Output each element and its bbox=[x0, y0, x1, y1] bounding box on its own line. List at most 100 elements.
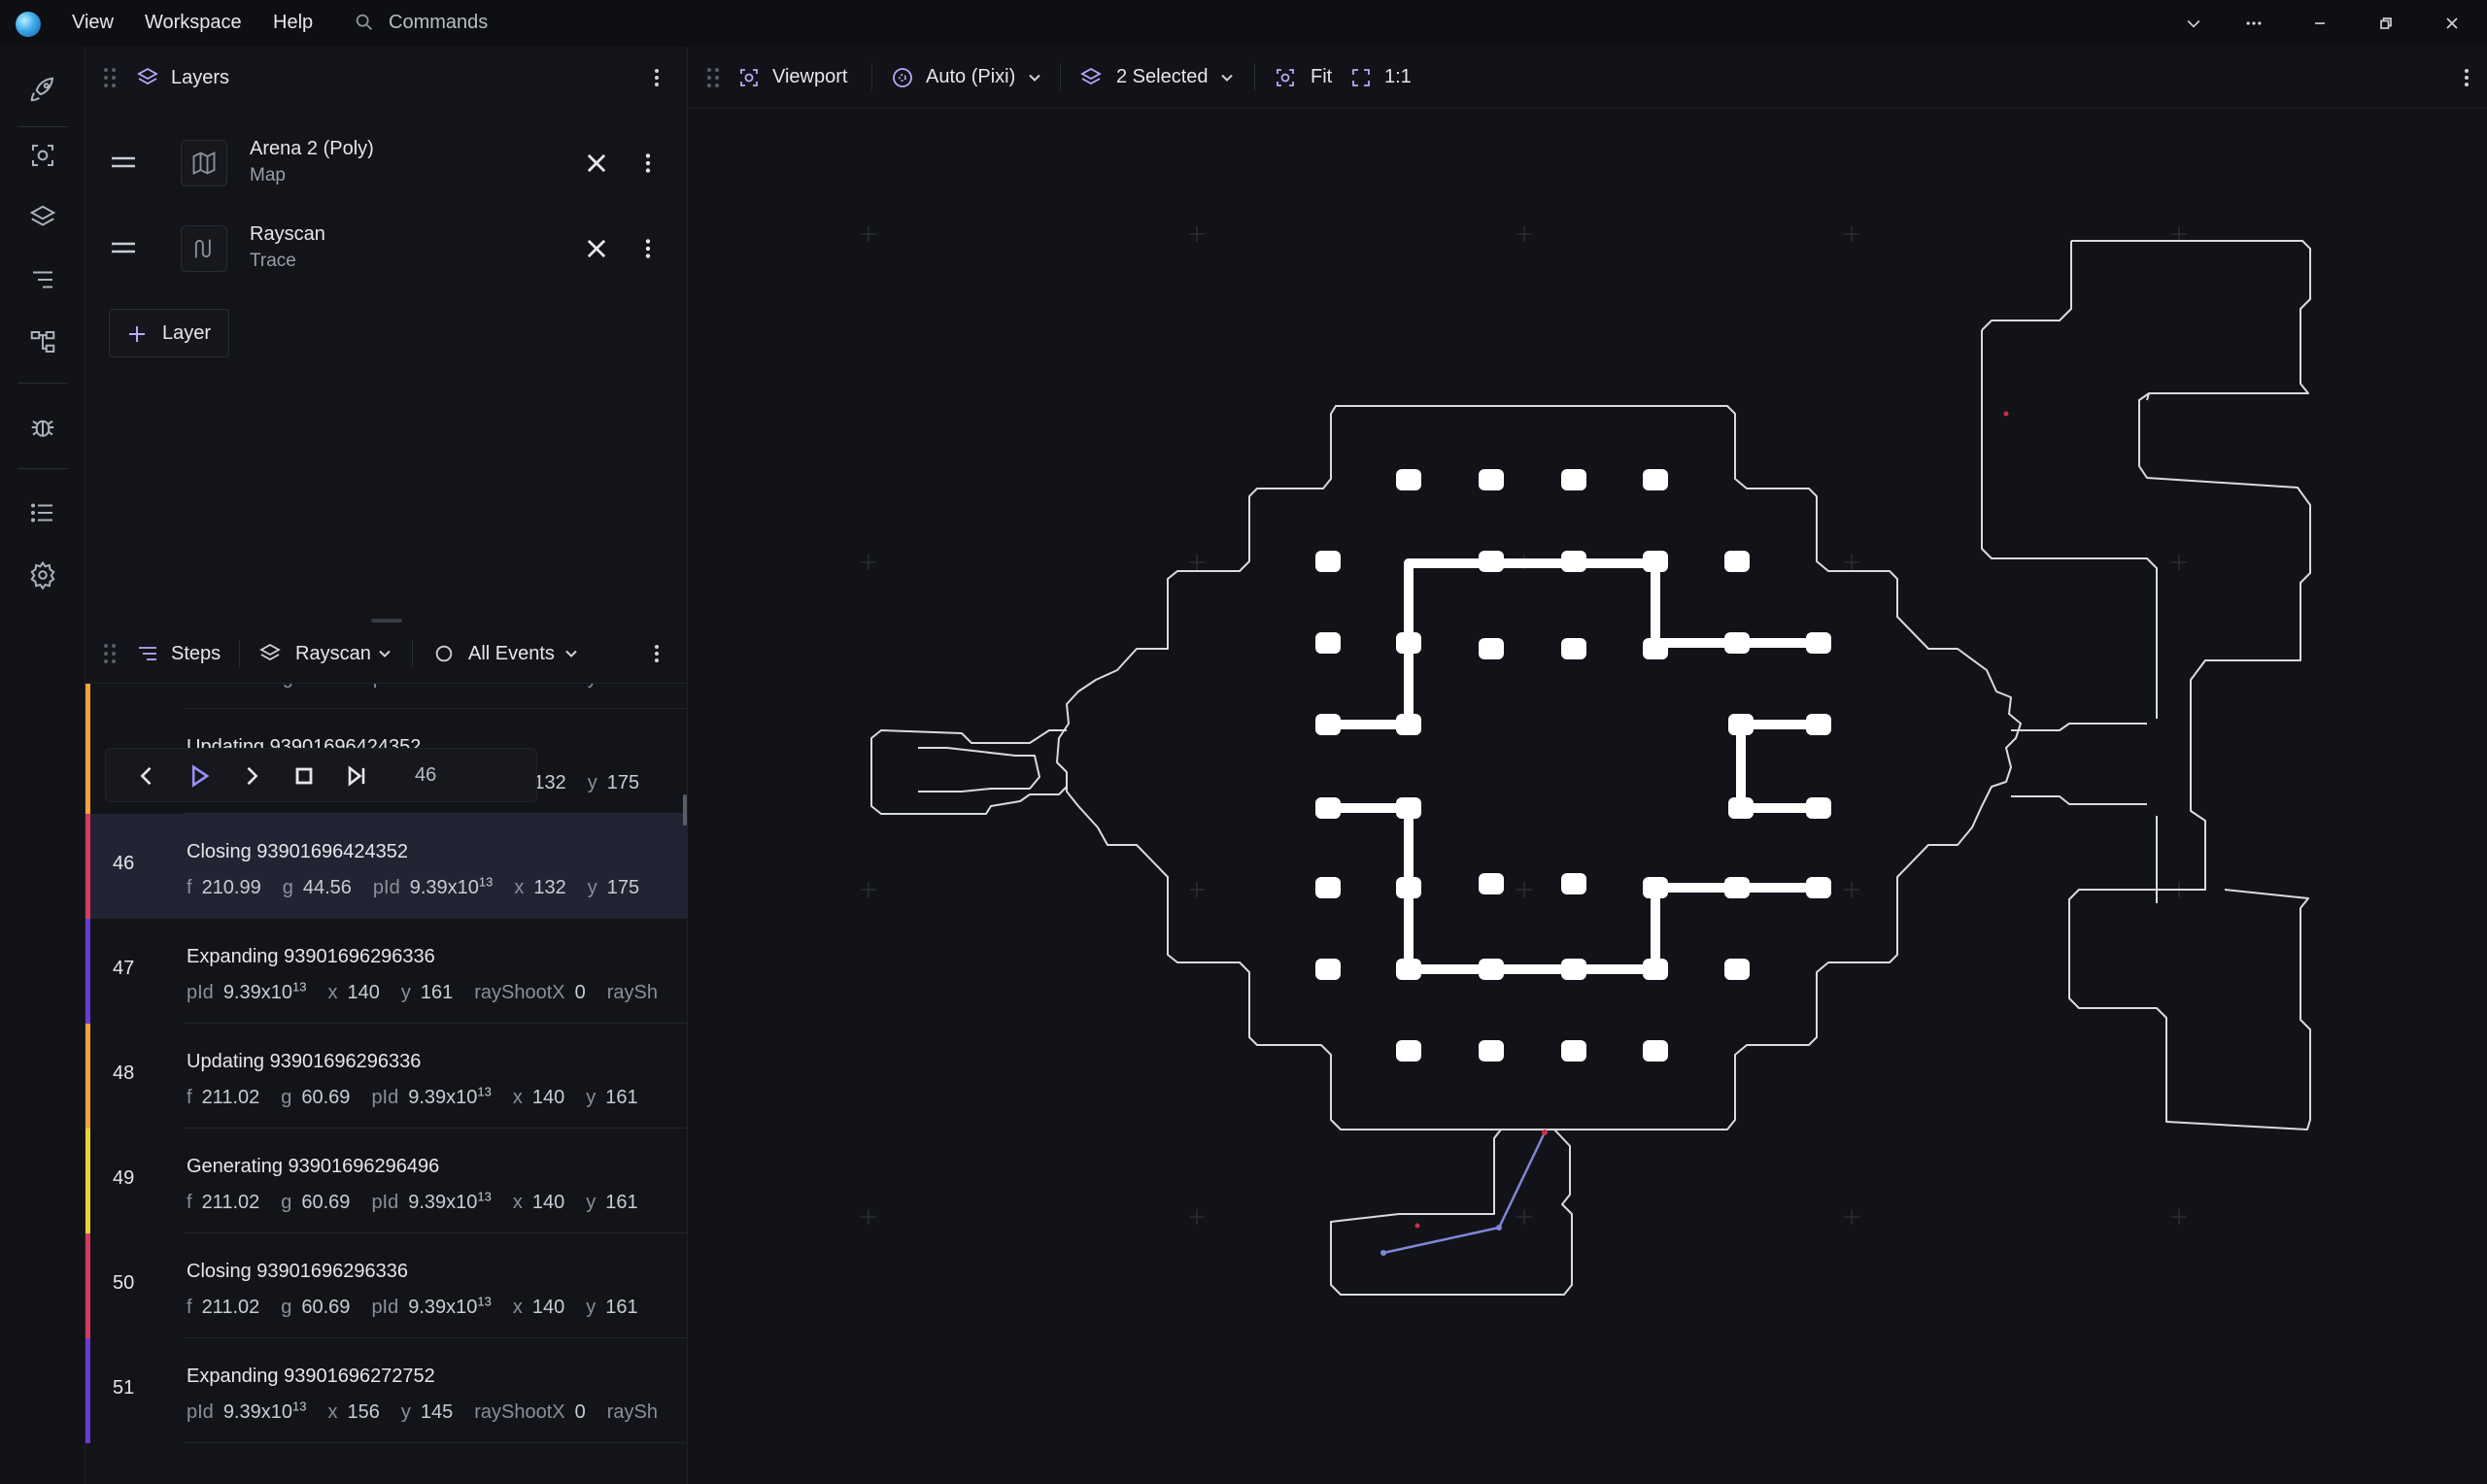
scrollbar[interactable] bbox=[683, 794, 687, 826]
commands-search[interactable]: Commands bbox=[389, 12, 488, 34]
map-outline bbox=[870, 240, 2311, 1296]
step-row[interactable]: 50 Closing 93901696296336 f 211.02 g 60.69 pId… bbox=[85, 1233, 688, 1338]
step-row[interactable]: 48 Updating 93901696296336 f 211.02 g 60.69 pI… bbox=[85, 1024, 688, 1129]
app-logo bbox=[16, 12, 41, 37]
minimize-icon[interactable] bbox=[2300, 8, 2339, 39]
meta-value: 132 bbox=[533, 684, 565, 689]
search-icon[interactable] bbox=[354, 12, 375, 33]
menu-help[interactable]: Help bbox=[273, 12, 313, 34]
chevron-down-icon[interactable] bbox=[1217, 68, 1237, 87]
add-layer-label: Layer bbox=[162, 322, 212, 344]
step-color-bar bbox=[85, 709, 90, 814]
obstacle bbox=[1643, 469, 1668, 490]
obstacle bbox=[1561, 873, 1586, 894]
menu-view[interactable]: View bbox=[72, 12, 114, 34]
step-title: Updating 93901696296336 bbox=[187, 1051, 422, 1072]
meta-key: x bbox=[512, 1086, 523, 1108]
restore-icon[interactable] bbox=[2367, 8, 2405, 39]
list-icon[interactable] bbox=[23, 493, 62, 532]
fit-icon[interactable] bbox=[1274, 66, 1297, 89]
obstacle bbox=[1396, 1040, 1421, 1062]
more-vertical-icon[interactable] bbox=[645, 642, 668, 665]
steps-icon[interactable] bbox=[23, 260, 62, 299]
meta-value: 145 bbox=[420, 1400, 454, 1423]
meta-value: 132 bbox=[533, 771, 566, 793]
step-meta: f 210.99 g 44.56 pId 9.39x1013 x 132 y 175 bbox=[187, 684, 661, 690]
layers-icon bbox=[137, 67, 158, 85]
grid-cross bbox=[861, 555, 876, 570]
next-icon[interactable] bbox=[238, 762, 265, 790]
drag-handle-icon[interactable] bbox=[103, 67, 117, 88]
close-icon[interactable] bbox=[583, 150, 610, 177]
debug-icon[interactable] bbox=[23, 408, 62, 447]
drag-handle-icon[interactable] bbox=[706, 67, 720, 88]
current-step-value[interactable]: 46 bbox=[415, 764, 436, 787]
step-row[interactable]: 51 Expanding 93901696272752 pId 9.39x1013 x 1… bbox=[85, 1338, 688, 1443]
layer-row-map[interactable]: Arena 2 (Poly) Map bbox=[85, 120, 688, 206]
previous-icon[interactable] bbox=[133, 762, 160, 790]
meta-key: pId bbox=[371, 1086, 399, 1108]
step-row[interactable]: f 210.99 g 44.56 pId 9.39x1013 x 132 y 175 bbox=[85, 684, 688, 709]
map-icon bbox=[181, 140, 227, 186]
chevron-down-icon[interactable] bbox=[562, 644, 581, 663]
renderer-dropdown[interactable]: Auto (Pixi) bbox=[926, 66, 1015, 88]
layers-header: Layers bbox=[85, 47, 688, 109]
drag-handle-icon[interactable] bbox=[111, 241, 136, 254]
drag-handle-icon[interactable] bbox=[111, 155, 136, 169]
chevron-down-icon[interactable] bbox=[1025, 68, 1044, 87]
drag-handle-icon[interactable] bbox=[103, 643, 117, 664]
meta-value: 175 bbox=[606, 876, 640, 898]
layer-filter-dropdown[interactable]: Rayscan bbox=[295, 643, 371, 665]
layers-icon[interactable] bbox=[23, 198, 62, 237]
tree-icon[interactable] bbox=[23, 322, 62, 361]
chevron-down-icon[interactable] bbox=[2174, 8, 2213, 39]
more-horizontal-icon[interactable] bbox=[2234, 8, 2273, 39]
stop-icon[interactable] bbox=[290, 762, 318, 790]
grid-cross bbox=[1189, 882, 1205, 897]
panel-resize-handle[interactable] bbox=[371, 619, 402, 623]
obstacle bbox=[1479, 1040, 1504, 1062]
meta-key: f bbox=[187, 684, 192, 689]
play-icon[interactable] bbox=[186, 762, 213, 790]
more-vertical-icon[interactable] bbox=[635, 235, 661, 262]
fullscreen-icon[interactable] bbox=[1349, 66, 1373, 89]
chevron-down-icon[interactable] bbox=[375, 644, 394, 663]
close-window-icon[interactable] bbox=[2433, 8, 2471, 39]
skip-end-icon[interactable] bbox=[343, 762, 370, 790]
step-title: Expanding 93901696296336 bbox=[187, 946, 435, 967]
meta-key: y bbox=[588, 684, 597, 689]
layer-name: Arena 2 (Poly) bbox=[250, 138, 374, 159]
menu-workspace[interactable]: Workspace bbox=[145, 12, 242, 34]
step-row[interactable]: 49 Generating 93901696296496 f 211.02 g 60.69… bbox=[85, 1129, 688, 1233]
fit-button[interactable]: Fit bbox=[1311, 66, 1332, 88]
obstacle bbox=[1724, 959, 1750, 980]
more-vertical-icon[interactable] bbox=[645, 66, 668, 89]
more-vertical-icon[interactable] bbox=[2455, 66, 2478, 89]
meta-value: 0 bbox=[574, 1400, 586, 1423]
more-vertical-icon[interactable] bbox=[635, 150, 661, 177]
meta-key: pId bbox=[371, 1191, 399, 1213]
layer-row-trace[interactable]: Rayscan Trace bbox=[85, 206, 688, 291]
rocket-icon[interactable] bbox=[23, 70, 62, 109]
add-layer-button[interactable]: Layer bbox=[109, 309, 229, 357]
viewport-canvas[interactable] bbox=[689, 109, 2487, 1484]
arena-boundary bbox=[1056, 405, 2022, 1130]
scale-button[interactable]: 1:1 bbox=[1384, 66, 1412, 88]
steps-list: f210.99g44.56pId9.39x1013x132y17545Updat… bbox=[85, 684, 688, 1484]
meta-key: f bbox=[187, 876, 192, 898]
settings-icon[interactable] bbox=[23, 556, 62, 594]
close-icon[interactable] bbox=[583, 235, 610, 262]
grid-cross bbox=[1516, 226, 1532, 242]
selection-dropdown[interactable]: 2 Selected bbox=[1116, 66, 1209, 88]
viewport-icon[interactable] bbox=[23, 136, 62, 175]
meta-value: 44.56 bbox=[302, 876, 352, 898]
obstacle bbox=[1315, 877, 1341, 898]
meta-key: pId bbox=[373, 684, 400, 689]
step-row[interactable]: 46 Closing 93901696424352 f 210.99 g 44.56 pId… bbox=[85, 814, 688, 919]
event-filter-dropdown[interactable]: All Events bbox=[468, 643, 555, 665]
step-number: 48 bbox=[113, 1062, 135, 1084]
step-row[interactable]: 47 Expanding 93901696296336 pId 9.39x1013 x 1… bbox=[85, 919, 688, 1024]
meta-value: 210.99 bbox=[202, 684, 261, 689]
grid-cross bbox=[1844, 226, 1859, 242]
step-meta: f 211.02 g 60.69 pId 9.39x1013 x 140 y 161 bbox=[187, 1084, 660, 1109]
